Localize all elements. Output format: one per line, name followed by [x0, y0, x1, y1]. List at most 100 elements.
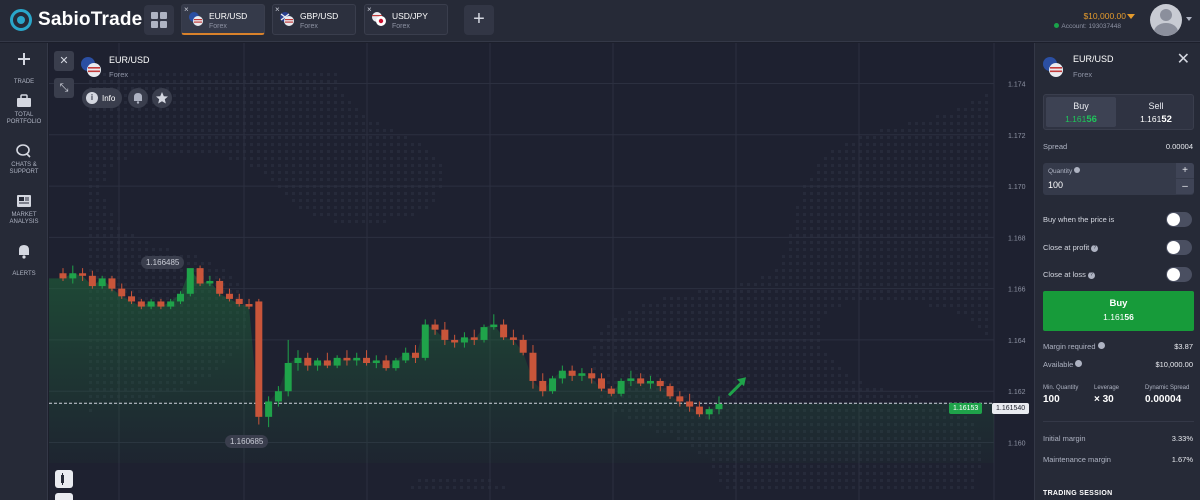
trading-session-heading: TRADING SESSION [1043, 490, 1113, 497]
candle [333, 357, 341, 366]
info-button[interactable]: i Info [82, 88, 122, 108]
sidebar-item-trade[interactable]: TRADE [0, 51, 48, 88]
sell-tab[interactable]: Sell 1.16152 [1121, 97, 1191, 127]
candle [255, 301, 263, 417]
candle [617, 380, 625, 394]
balance-dropdown[interactable]: $10,000.00 [1083, 11, 1135, 21]
layout-grid-button[interactable] [144, 5, 174, 35]
help-icon [1074, 167, 1081, 173]
tab-close-icon[interactable]: × [184, 5, 189, 14]
candle [69, 273, 77, 279]
increment-button[interactable]: + [1176, 163, 1194, 178]
tab-close-icon[interactable]: × [275, 5, 280, 14]
candle [470, 337, 478, 340]
tab-usd-jpy[interactable]: × USD/JPY Forex [364, 4, 448, 35]
logo[interactable]: SabioTrade [10, 9, 142, 31]
candle [79, 273, 87, 276]
initial-margin-row: Initial margin 3.33% [1043, 434, 1193, 443]
close-icon[interactable]: ✕ [1177, 49, 1190, 69]
candle [363, 357, 371, 363]
chart-type-button[interactable] [55, 470, 73, 488]
sidebar-item-alerts[interactable]: ALERTS [0, 243, 48, 280]
buy-when-price-toggle[interactable] [1166, 212, 1192, 227]
close-chart-button[interactable]: ✕ [54, 51, 74, 71]
margin-required-value: $3.87 [1174, 342, 1193, 351]
bell-icon [134, 93, 142, 104]
candle [715, 404, 723, 410]
candle [343, 357, 351, 361]
tab-category: Forex [392, 23, 410, 30]
eu-us-flag-icon [1043, 57, 1063, 77]
quantity-stepper[interactable]: Quantity 100 + – [1043, 163, 1194, 195]
candle [588, 373, 596, 379]
candle [676, 396, 684, 402]
candle [451, 339, 459, 343]
high-price-label: 1.166485 [141, 256, 185, 269]
candle [598, 378, 606, 389]
sidebar-item-market-analysis[interactable]: MARKET ANALYSIS [0, 193, 48, 226]
candle [157, 301, 165, 307]
info-label: Info [102, 93, 116, 103]
candle [225, 293, 233, 299]
alert-button[interactable] [128, 88, 148, 108]
quantity-value[interactable]: 100 [1048, 180, 1063, 190]
decrement-button[interactable]: – [1176, 179, 1194, 194]
candle [421, 324, 429, 358]
candle [607, 388, 615, 394]
candle [411, 352, 419, 358]
close-at-loss-label: Close at loss? [1043, 270, 1095, 279]
sidebar: TRADE TOTAL PORTFOLIO CHATS & SUPPORT MA… [0, 43, 48, 500]
candle [382, 360, 390, 369]
add-tab-button[interactable]: + [464, 5, 494, 35]
candle [274, 391, 282, 402]
y-tick-label: 1.168 [1008, 235, 1026, 242]
panel-category: Forex [1073, 70, 1093, 79]
candle [98, 278, 106, 287]
stat-label: Dynamic Spread [1145, 385, 1190, 391]
candle [509, 337, 517, 340]
chart-area[interactable]: 1.174 1.172 1.170 1.168 1.166 1.164 1.162 1.160… [49, 43, 1034, 500]
close-at-loss-toggle[interactable] [1166, 267, 1192, 282]
tab-close-icon[interactable]: × [367, 5, 372, 14]
y-tick-label: 1.162 [1008, 389, 1026, 396]
tab-gbp-usd[interactable]: × GBP/USD Forex [272, 4, 356, 35]
plus-icon [18, 53, 30, 65]
tab-category: Forex [209, 23, 227, 30]
chart-symbol: EUR/USD [109, 55, 150, 65]
candle [578, 373, 586, 376]
order-panel: EUR/USD Forex ✕ Buy 1.16156 Sell 1.16152… [1034, 43, 1200, 500]
close-at-profit-toggle[interactable] [1166, 240, 1192, 255]
candle [431, 324, 439, 330]
stat-label: Leverage [1094, 385, 1120, 391]
avatar[interactable] [1150, 4, 1182, 36]
min-quantity-stat: Min. Quantity 100 [1043, 385, 1098, 405]
y-tick-label: 1.164 [1008, 338, 1026, 345]
divider [1043, 421, 1194, 422]
sidebar-item-chats[interactable]: CHATS & SUPPORT [0, 143, 48, 176]
candle [147, 301, 155, 307]
collapse-chart-button[interactable]: ⤡ [54, 78, 74, 98]
gb-us-flag-icon [280, 12, 294, 26]
avatar-chevron-down-icon[interactable] [1186, 17, 1192, 21]
help-icon: ? [1087, 272, 1095, 279]
buy-tab[interactable]: Buy 1.16156 [1046, 97, 1116, 127]
price-chart[interactable]: 1.174 1.172 1.170 1.168 1.166 1.164 1.162 1.160 [49, 43, 1034, 500]
candle [235, 298, 243, 305]
initial-margin-value: 3.33% [1171, 434, 1193, 443]
margin-required-row: Margin required $3.87 [1043, 342, 1193, 351]
buy-when-price-label: Buy when the price is [1043, 215, 1115, 224]
candle [88, 275, 96, 287]
sidebar-item-label: TOTAL PORTFOLIO [6, 112, 42, 125]
candle [627, 378, 635, 381]
sidebar-item-portfolio[interactable]: TOTAL PORTFOLIO [0, 93, 48, 126]
indicators-button[interactable] [55, 493, 73, 500]
tab-eur-usd[interactable]: × EUR/USD Forex [181, 4, 265, 35]
candle [196, 268, 204, 284]
candle [304, 357, 312, 366]
favorite-button[interactable] [152, 88, 172, 108]
candle [372, 360, 380, 363]
candle [460, 337, 468, 343]
candle [402, 352, 410, 361]
buy-button[interactable]: Buy 1.16156 [1043, 291, 1194, 331]
help-icon [1097, 342, 1105, 349]
